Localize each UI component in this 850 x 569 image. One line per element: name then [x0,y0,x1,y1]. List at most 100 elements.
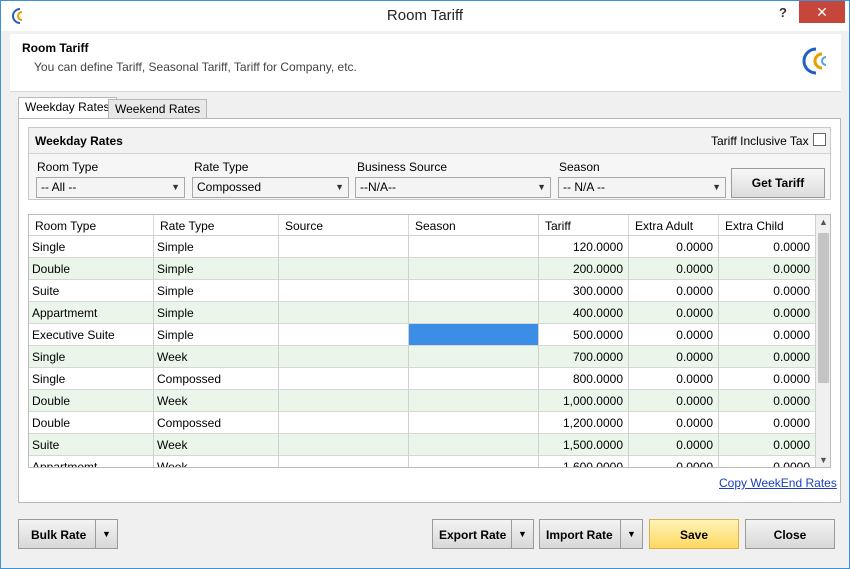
cell-extra-child[interactable]: 0.0000 [719,390,815,412]
cell-source[interactable] [279,280,409,302]
cell-source[interactable] [279,258,409,280]
cell-season[interactable] [409,280,539,302]
cell-rate-type[interactable]: Week [154,456,279,467]
column-header-tariff[interactable]: Tariff [539,215,629,235]
cell-rate-type[interactable]: Simple [154,236,279,258]
cell-season[interactable] [409,368,539,390]
cell-extra-child[interactable]: 0.0000 [719,412,815,434]
table-row[interactable]: Double Simple 200.0000 0.0000 0.0000 [29,258,815,280]
cell-room-type[interactable]: Suite [29,434,154,456]
table-row[interactable]: Executive Suite Simple 500.0000 0.0000 0.000… [29,324,815,346]
cell-extra-child[interactable]: 0.0000 [719,456,815,467]
cell-season[interactable] [409,324,539,346]
column-header-source[interactable]: Source [279,215,409,235]
cell-tariff[interactable]: 1,000.0000 [539,390,629,412]
cell-extra-child[interactable]: 0.0000 [719,346,815,368]
help-button[interactable]: ? [779,5,787,20]
cell-extra-child[interactable]: 0.0000 [719,368,815,390]
tab-weekday-rates[interactable]: Weekday Rates [18,97,117,119]
cell-rate-type[interactable]: Compossed [154,368,279,390]
cell-source[interactable] [279,412,409,434]
cell-season[interactable] [409,390,539,412]
tariff-inclusive-tax-checkbox[interactable] [813,133,826,146]
cell-room-type[interactable]: Single [29,236,154,258]
export-rate-button[interactable]: Export Rate ▼ [432,519,534,549]
cell-extra-child[interactable]: 0.0000 [719,258,815,280]
cell-room-type[interactable]: Double [29,412,154,434]
cell-source[interactable] [279,236,409,258]
cell-extra-child[interactable]: 0.0000 [719,434,815,456]
rate-type-select[interactable]: Compossed ▼ [192,177,349,198]
table-row[interactable]: Appartmemt Week 1,600.0000 0.0000 0.0000 [29,456,815,467]
cell-room-type[interactable]: Executive Suite [29,324,154,346]
cell-tariff[interactable]: 500.0000 [539,324,629,346]
copy-weekend-rates-link[interactable]: Copy WeekEnd Rates [719,476,837,490]
table-row[interactable]: Single Simple 120.0000 0.0000 0.0000 [29,236,815,258]
table-row[interactable]: Double Week 1,000.0000 0.0000 0.0000 [29,390,815,412]
cell-room-type[interactable]: Single [29,368,154,390]
cell-season[interactable] [409,302,539,324]
cell-tariff[interactable]: 300.0000 [539,280,629,302]
table-row[interactable]: Single Compossed 800.0000 0.0000 0.0000 [29,368,815,390]
business-source-select[interactable]: --N/A-- ▼ [355,177,551,198]
cell-extra-adult[interactable]: 0.0000 [629,280,719,302]
cell-extra-adult[interactable]: 0.0000 [629,346,719,368]
table-row[interactable]: Suite Week 1,500.0000 0.0000 0.0000 [29,434,815,456]
cell-season[interactable] [409,434,539,456]
cell-tariff[interactable]: 1,600.0000 [539,456,629,467]
chevron-down-icon[interactable]: ▼ [620,520,642,548]
column-header-room-type[interactable]: Room Type [29,215,154,235]
cell-season[interactable] [409,258,539,280]
cell-rate-type[interactable]: Week [154,346,279,368]
cell-rate-type[interactable]: Simple [154,258,279,280]
cell-extra-adult[interactable]: 0.0000 [629,324,719,346]
cell-rate-type[interactable]: Week [154,390,279,412]
cell-source[interactable] [279,390,409,412]
cell-season[interactable] [409,412,539,434]
cell-rate-type[interactable]: Compossed [154,412,279,434]
cell-extra-adult[interactable]: 0.0000 [629,412,719,434]
cell-tariff[interactable]: 700.0000 [539,346,629,368]
cell-extra-child[interactable]: 0.0000 [719,324,815,346]
cell-room-type[interactable]: Double [29,258,154,280]
cell-extra-adult[interactable]: 0.0000 [629,302,719,324]
cell-tariff[interactable]: 1,200.0000 [539,412,629,434]
cell-source[interactable] [279,456,409,467]
cell-room-type[interactable]: Appartmemt [29,302,154,324]
cell-tariff[interactable]: 1,500.0000 [539,434,629,456]
cell-tariff[interactable]: 800.0000 [539,368,629,390]
chevron-down-icon[interactable]: ▼ [511,520,533,548]
cell-tariff[interactable]: 200.0000 [539,258,629,280]
cell-room-type[interactable]: Suite [29,280,154,302]
window-close-button[interactable]: ✕ [799,1,845,23]
save-button[interactable]: Save [649,519,739,549]
cell-room-type[interactable]: Single [29,346,154,368]
scroll-down-icon[interactable]: ▼ [819,455,828,465]
cell-season[interactable] [409,456,539,467]
table-row[interactable]: Suite Simple 300.0000 0.0000 0.0000 [29,280,815,302]
table-row[interactable]: Double Compossed 1,200.0000 0.0000 0.0000 [29,412,815,434]
cell-source[interactable] [279,346,409,368]
cell-room-type[interactable]: Double [29,390,154,412]
cell-rate-type[interactable]: Simple [154,324,279,346]
tab-weekend-rates[interactable]: Weekend Rates [108,99,208,119]
cell-extra-child[interactable]: 0.0000 [719,280,815,302]
scrollbar-thumb[interactable] [818,233,829,383]
column-header-extra-child[interactable]: Extra Child [719,215,815,235]
room-type-select[interactable]: -- All -- ▼ [36,177,185,198]
cell-season[interactable] [409,236,539,258]
cell-extra-adult[interactable]: 0.0000 [629,236,719,258]
import-rate-button[interactable]: Import Rate ▼ [539,519,643,549]
season-select[interactable]: -- N/A -- ▼ [558,177,726,198]
cell-source[interactable] [279,368,409,390]
scroll-up-icon[interactable]: ▲ [819,217,828,227]
get-tariff-button[interactable]: Get Tariff [731,168,825,198]
cell-source[interactable] [279,324,409,346]
cell-extra-adult[interactable]: 0.0000 [629,434,719,456]
column-header-rate-type[interactable]: Rate Type [154,215,279,235]
table-row[interactable]: Appartmemt Simple 400.0000 0.0000 0.0000 [29,302,815,324]
cell-source[interactable] [279,302,409,324]
column-header-season[interactable]: Season [409,215,539,235]
cell-extra-child[interactable]: 0.0000 [719,236,815,258]
cell-season[interactable] [409,346,539,368]
